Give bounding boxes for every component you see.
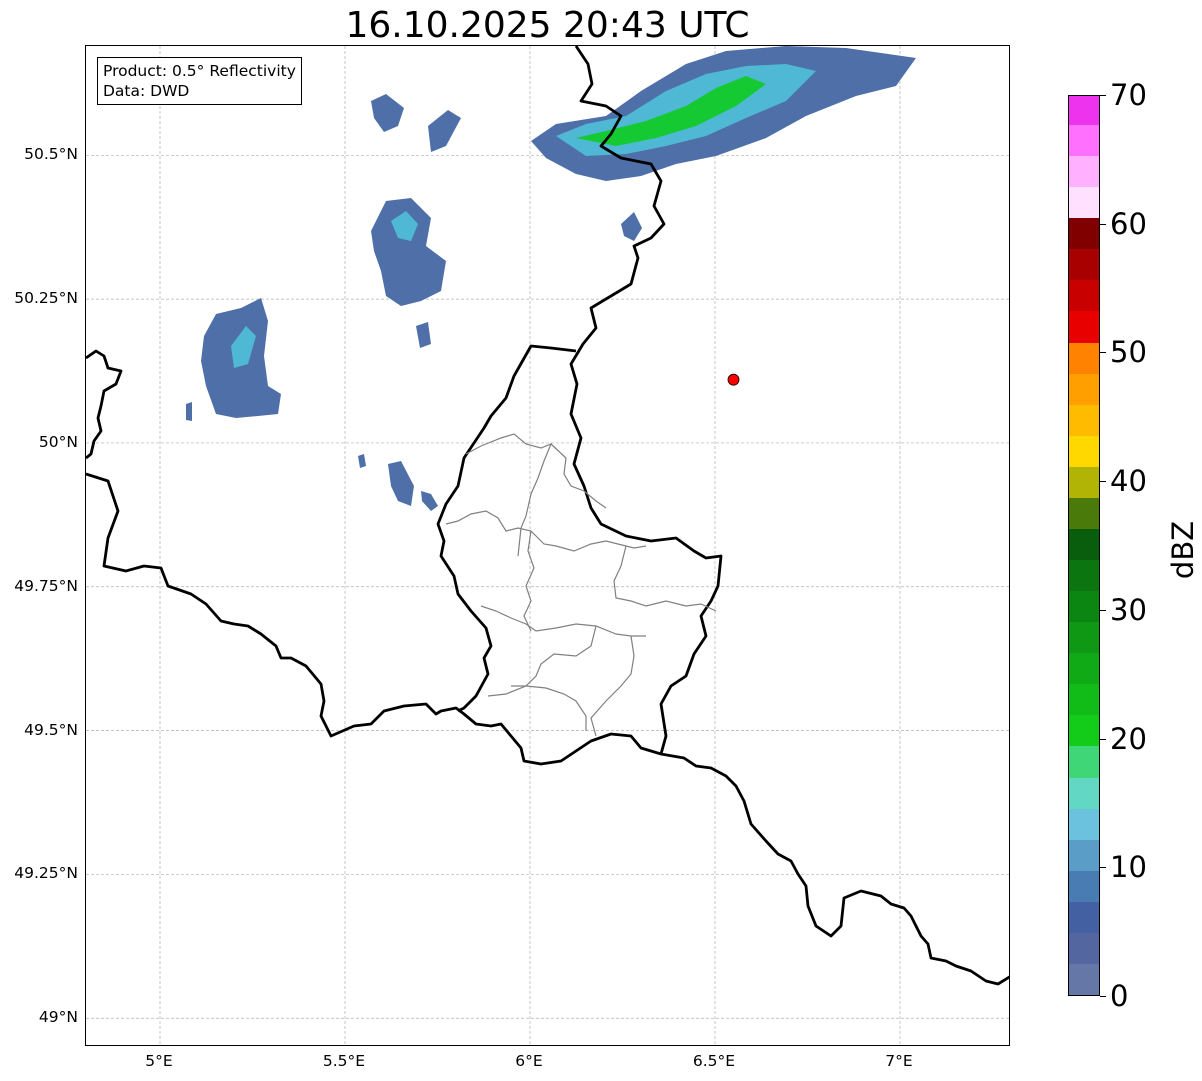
canton-border-south-2 [511,625,597,687]
colorbar-segment [1069,932,1099,964]
lon-tick-label: 6°E [515,1052,543,1070]
colorbar-segment [1069,683,1099,716]
border-be-fr-west [86,349,123,460]
lat-tick-label: 49.75°N [14,576,78,595]
colorbar-segment [1069,528,1099,561]
radar-site-marker [727,373,740,386]
radar-map[interactable] [85,45,1010,1046]
colorbar-tick-label: 50 [1110,335,1147,370]
national-borders [86,46,1009,986]
colorbar-tick-label: 20 [1110,721,1147,756]
colorbar-segment [1069,279,1099,312]
colorbar-segment [1069,901,1099,933]
colorbar-segment [1069,714,1099,747]
colorbar [1068,95,1100,996]
precip-echo-small-5 [186,402,192,421]
colorbar-segment [1069,497,1099,529]
colorbar-segment [1069,248,1099,281]
colorbar-tick-label: 40 [1110,464,1147,499]
colorbar-segment [1069,435,1099,467]
colorbar-segment [1069,466,1099,498]
colorbar-unit-label: dBZ [1166,520,1200,580]
canton-border-center-2 [523,530,535,632]
lon-tick-label: 5.5°E [322,1052,366,1070]
colorbar-segment [1069,373,1099,405]
colorbar-segment [1069,621,1099,654]
colorbar-tick [1100,867,1106,869]
colorbar-segment [1069,217,1099,250]
lat-tick-label: 50°N [38,432,78,451]
colorbar-segment [1069,155,1099,188]
precip-echo-small-8 [358,454,366,468]
colorbar-segment [1069,310,1099,343]
precip-echo-small-1 [371,94,404,132]
border-lu-be-fr [436,344,577,713]
graticule-grid [86,46,1009,1045]
map-title: 16.10.2025 20:43 UTC [345,5,750,46]
colorbar-tick-label: 60 [1110,206,1147,241]
border-be-fr [86,472,1009,986]
colorbar-tick-label: 30 [1110,592,1147,627]
lat-tick-label: 49.25°N [14,864,78,883]
data-source-label: Data: DWD [103,82,190,100]
colorbar-segment [1069,559,1099,592]
lat-tick-label: 50.25°N [14,289,78,308]
colorbar-tick [1100,352,1106,354]
colorbar-tick [1100,223,1106,225]
colorbar-tick-label: 10 [1110,850,1147,885]
lat-tick-label: 49°N [38,1008,78,1027]
colorbar-tick [1100,481,1106,483]
colorbar-segment [1069,124,1099,157]
canton-border-south [480,605,646,637]
lon-tick-label: 5°E [145,1052,173,1070]
colorbar-segment [1069,839,1099,871]
colorbar-tick [1100,609,1106,611]
lat-tick-label: 49.5°N [24,720,78,739]
canton-border-south-3 [590,635,635,737]
precip-echo-small-4 [416,322,431,348]
colorbar-segment [1069,404,1099,436]
colorbar-segment [1069,186,1099,219]
lon-tick-label: 7°E [885,1052,913,1070]
precip-echo-small-2 [428,110,461,152]
colorbar-tick-label: 70 [1110,78,1147,112]
map-canvas [86,46,1009,1045]
colorbar-tick-label: 0 [1110,979,1129,1013]
colorbar-segment [1069,963,1099,995]
precip-echo-small-6 [388,461,414,506]
colorbar-tick [1100,996,1106,997]
colorbar-segment [1069,590,1099,623]
product-info-box: Product: 0.5° Reflectivity Data: DWD [97,57,302,105]
lat-tick-label: 50.5°N [24,145,78,164]
colorbar-segment [1069,96,1099,126]
colorbar-segment [1069,870,1099,902]
product-label: Product: 0.5° Reflectivity [103,62,296,80]
colorbar-segment [1069,808,1099,840]
precip-echo-small-7 [421,491,438,511]
colorbar-segment [1069,745,1099,778]
lon-tick-label: 6.5°E [692,1052,736,1070]
colorbar-segment [1069,776,1099,809]
precip-echo-small-3 [621,212,642,241]
colorbar-tick [1100,738,1106,740]
colorbar-tick [1100,95,1106,96]
colorbar-segment [1069,652,1099,685]
precipitation-layer [186,46,916,511]
colorbar-segment [1069,341,1099,374]
